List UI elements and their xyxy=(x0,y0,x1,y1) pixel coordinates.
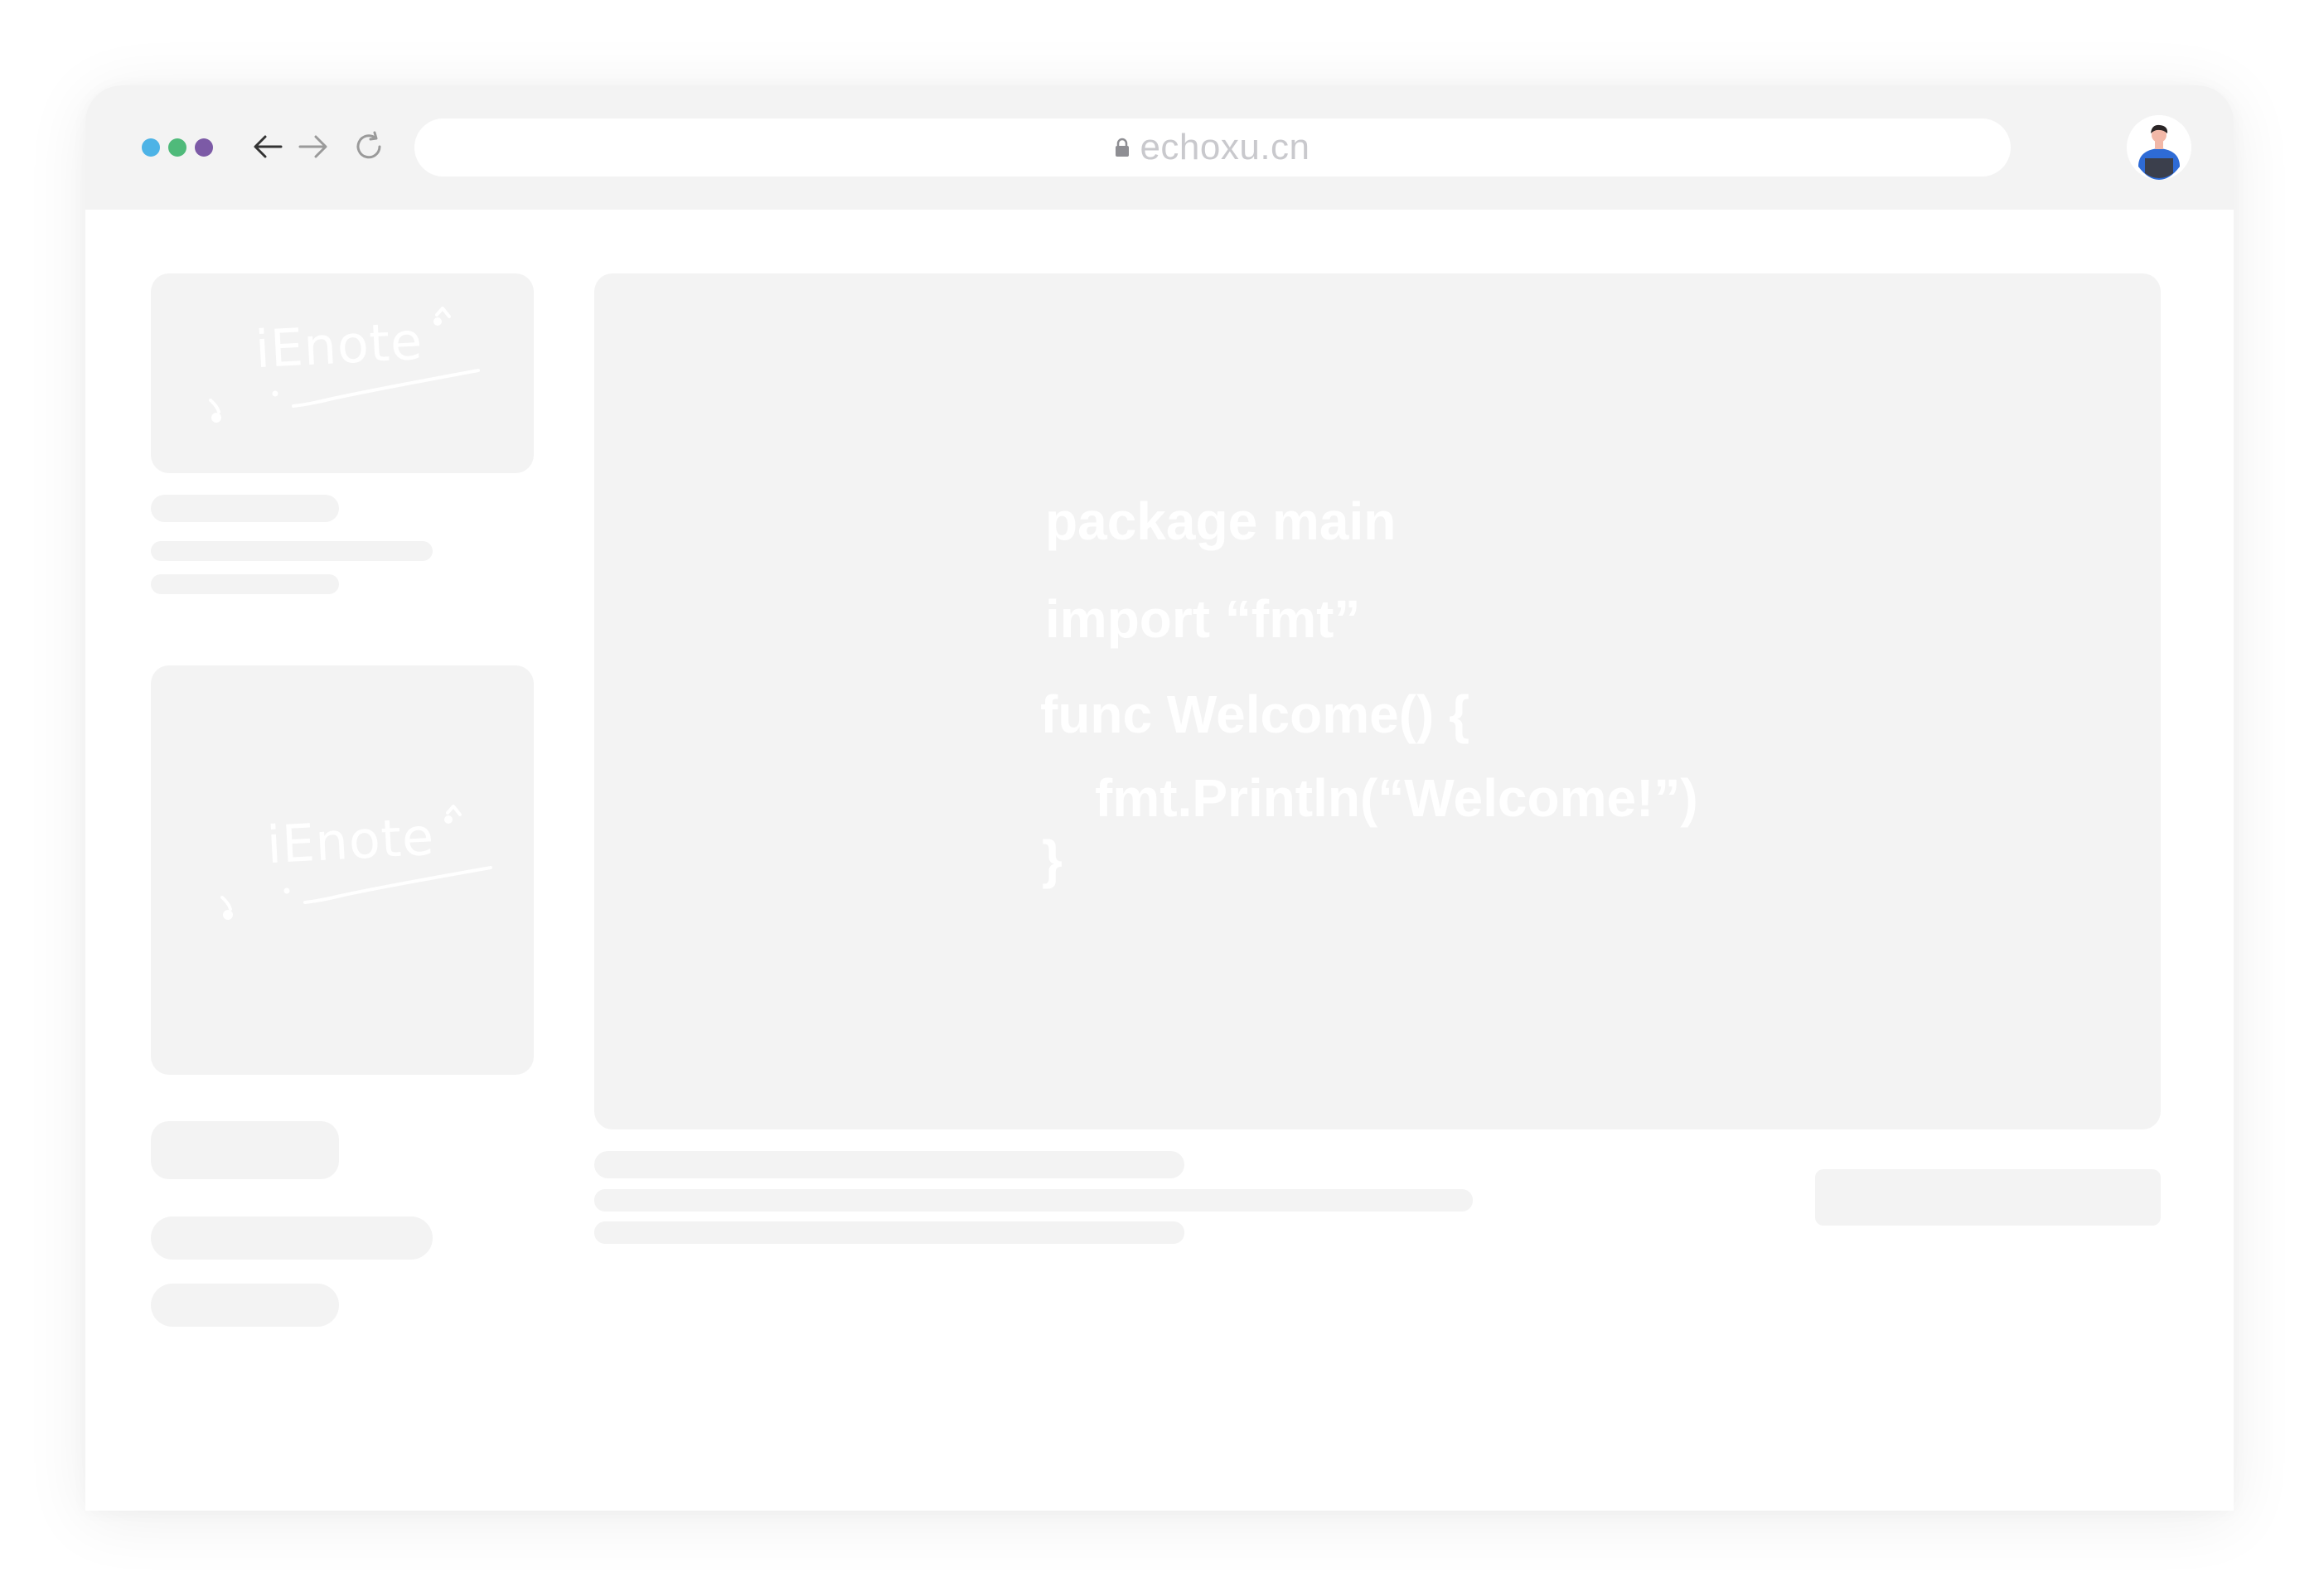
reload-icon xyxy=(356,131,381,159)
code-hero-card: package main import “fmt” func Welcome()… xyxy=(594,273,2161,1129)
sidebar-text-1 xyxy=(151,495,339,522)
code-line-println: fmt.Println(“Welcome!”) xyxy=(1095,768,1698,828)
lock-icon xyxy=(1116,138,1130,157)
code-line-import: import “fmt” xyxy=(1045,589,1361,649)
code-line-closing-brace: } xyxy=(1042,829,1063,889)
code-line-package: package main xyxy=(1045,491,1397,551)
logo-card-1[interactable]: iEnote xyxy=(151,273,534,473)
sidebar-button-2[interactable] xyxy=(151,1216,433,1260)
forward-button[interactable] xyxy=(297,130,330,163)
sidebar-text-3 xyxy=(151,574,339,594)
arrow-left-icon xyxy=(254,135,283,158)
reload-button[interactable] xyxy=(352,130,385,163)
logo-decoration xyxy=(220,805,492,920)
browser-toolbar: echoxu.cn xyxy=(85,85,2234,210)
content-text-3 xyxy=(594,1221,1184,1244)
back-button[interactable] xyxy=(251,130,284,163)
sidebar-button-1[interactable] xyxy=(151,1121,339,1179)
avatar-icon xyxy=(2127,115,2191,180)
browser-window: echoxu.cn iEnote iEnote package main imp… xyxy=(85,85,2234,1511)
traffic-light-green[interactable] xyxy=(168,138,186,157)
code-line-func: func Welcome() { xyxy=(1040,684,1469,744)
logo-decoration xyxy=(209,307,480,423)
traffic-light-blue[interactable] xyxy=(142,138,160,157)
logo-card-2[interactable]: iEnote xyxy=(151,665,534,1075)
user-avatar[interactable] xyxy=(2127,115,2191,180)
address-bar[interactable]: echoxu.cn xyxy=(414,118,2011,177)
arrow-right-icon xyxy=(298,135,327,158)
content-text-2 xyxy=(594,1189,1473,1212)
sidebar-text-2 xyxy=(151,541,433,561)
sidebar-button-3[interactable] xyxy=(151,1284,339,1327)
action-button[interactable] xyxy=(1815,1169,2161,1226)
url-text: echoxu.cn xyxy=(1140,127,1310,167)
content-text-1 xyxy=(594,1151,1184,1178)
traffic-light-purple[interactable] xyxy=(195,138,213,157)
